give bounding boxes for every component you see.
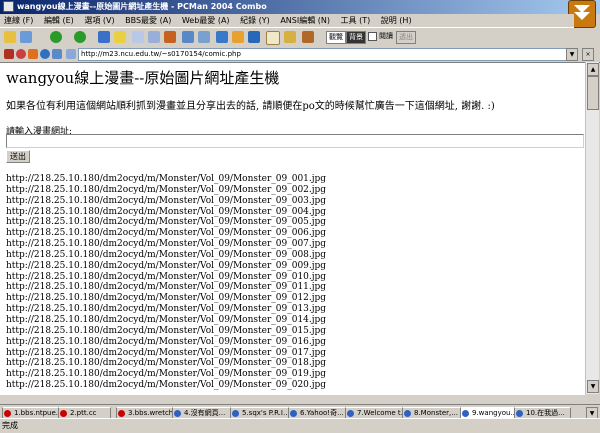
comic-url-input[interactable]: [6, 134, 584, 148]
menu-connect[interactable]: 連線 (F): [0, 14, 37, 27]
toolbar: 觀覽 背景 閱讀 透出: [0, 28, 600, 47]
copy-icon[interactable]: [132, 31, 144, 43]
address-close-icon[interactable]: ×: [582, 48, 594, 61]
home-icon[interactable]: [4, 49, 14, 59]
status-bar: 完成: [0, 418, 600, 433]
address-dropdown-icon[interactable]: ▼: [566, 48, 578, 61]
url-favicon: [66, 49, 76, 59]
menu-edit[interactable]: 編輯 (E): [40, 14, 78, 27]
image-url-item: http://218.25.10.180/dm2ocyd/m/Monster/V…: [6, 369, 327, 380]
menu-web-favorites[interactable]: Web最愛 (A): [178, 14, 234, 27]
image-url-item: http://218.25.10.180/dm2ocyd/m/Monster/V…: [6, 206, 327, 217]
tab-icon: [118, 410, 125, 417]
menu-history[interactable]: 紀錄 (Y): [236, 14, 274, 27]
tab-icon: [516, 410, 523, 417]
image-url-item: http://218.25.10.180/dm2ocyd/m/Monster/V…: [6, 195, 327, 206]
favorites-icon[interactable]: [98, 31, 110, 43]
image-url-item: http://218.25.10.180/dm2ocyd/m/Monster/V…: [6, 282, 327, 293]
app-icon: [3, 1, 14, 12]
back-icon[interactable]: [50, 31, 62, 43]
submit-button[interactable]: 送出: [6, 150, 30, 163]
read-checkbox[interactable]: [368, 32, 377, 41]
bomb-icon[interactable]: [302, 31, 314, 43]
web-content: wangyou線上漫畫--原始圖片網址產生機 如果各位有利用這個網站順利抓到漫畫…: [0, 62, 585, 395]
edit-icon[interactable]: [284, 31, 296, 43]
vertical-scrollbar[interactable]: ▲ ▼: [585, 62, 599, 394]
transparent-button[interactable]: 透出: [396, 31, 416, 44]
menu-options[interactable]: 選項 (V): [80, 14, 118, 27]
menu-bbs-favorites[interactable]: BBS最愛 (A): [121, 14, 175, 27]
menu-tools[interactable]: 工具 (T): [337, 14, 375, 27]
image-url-item: http://218.25.10.180/dm2ocyd/m/Monster/V…: [6, 239, 327, 250]
image-url-item: http://218.25.10.180/dm2ocyd/m/Monster/V…: [6, 174, 327, 184]
stop-icon[interactable]: [16, 49, 26, 59]
window-title: wangyou線上漫畫--原始圖片網址產生機 - PCMan 2004 Comb…: [17, 2, 267, 11]
image-url-item: http://218.25.10.180/dm2ocyd/m/Monster/V…: [6, 184, 327, 195]
menu-help[interactable]: 說明 (H): [377, 14, 416, 27]
tab-icon: [232, 410, 239, 417]
read-label: 閱讀: [379, 32, 393, 40]
link-icon[interactable]: [216, 31, 228, 43]
image-url-item: http://218.25.10.180/dm2ocyd/m/Monster/V…: [6, 347, 327, 358]
image-url-item: http://218.25.10.180/dm2ocyd/m/Monster/V…: [6, 293, 327, 304]
address-input[interactable]: http://m23.ncu.edu.tw/~s0170154/comic.ph…: [78, 48, 569, 61]
new-connection-icon[interactable]: [4, 31, 16, 43]
cascade-icon[interactable]: [182, 31, 194, 43]
image-url-list: http://218.25.10.180/dm2ocyd/m/Monster/V…: [6, 174, 326, 391]
star-icon[interactable]: [114, 31, 126, 43]
image-url-item: http://218.25.10.180/dm2ocyd/m/Monster/V…: [6, 314, 327, 325]
image-url-item: http://218.25.10.180/dm2ocyd/m/Monster/V…: [6, 228, 327, 239]
title-bar[interactable]: wangyou線上漫畫--原始圖片網址產生機 - PCMan 2004 Comb…: [0, 0, 600, 14]
image-url-item: http://218.25.10.180/dm2ocyd/m/Monster/V…: [6, 304, 327, 315]
tab-icon: [404, 410, 411, 417]
scroll-up-icon[interactable]: ▲: [587, 63, 599, 76]
paste-icon[interactable]: [148, 31, 160, 43]
ansi-icon[interactable]: [164, 31, 176, 43]
image-url-item: http://218.25.10.180/dm2ocyd/m/Monster/V…: [6, 380, 327, 391]
scroll-thumb[interactable]: [587, 76, 599, 110]
intro-text: 如果各位有利用這個網站順利抓到漫畫並且分享出去的話, 請順便在po文的時候幫忙廣…: [6, 101, 495, 112]
page-icon[interactable]: [52, 49, 62, 59]
tile-icon[interactable]: [198, 31, 210, 43]
search-icon[interactable]: [20, 31, 32, 43]
tab-icon: [174, 410, 181, 417]
background-mode-button[interactable]: 背景: [346, 31, 366, 44]
view-mode-button[interactable]: 觀覽: [326, 31, 346, 44]
menu-ansi-editor[interactable]: ANSI編輯 (N): [276, 14, 334, 27]
image-url-item: http://218.25.10.180/dm2ocyd/m/Monster/V…: [6, 358, 327, 369]
status-text: 完成: [2, 421, 18, 430]
tab-icon: [462, 410, 469, 417]
menu-bar: 連線 (F) 編輯 (E) 選項 (V) BBS最愛 (A) Web最愛 (A)…: [0, 14, 574, 28]
refresh-icon[interactable]: [28, 49, 38, 59]
image-url-item: http://218.25.10.180/dm2ocyd/m/Monster/V…: [6, 249, 327, 260]
globe-icon[interactable]: [248, 31, 260, 43]
image-url-item: http://218.25.10.180/dm2ocyd/m/Monster/V…: [6, 325, 327, 336]
image-url-item: http://218.25.10.180/dm2ocyd/m/Monster/V…: [6, 217, 327, 228]
tab-icon: [347, 410, 354, 417]
note-icon[interactable]: [266, 31, 280, 45]
image-url-item: http://218.25.10.180/dm2ocyd/m/Monster/V…: [6, 336, 327, 347]
scroll-down-icon[interactable]: ▼: [587, 380, 599, 393]
page-title: wangyou線上漫畫--原始圖片網址產生機: [6, 69, 280, 87]
tab-icon: [60, 410, 67, 417]
go-icon[interactable]: [40, 49, 50, 59]
address-bar: http://m23.ncu.edu.tw/~s0170154/comic.ph…: [0, 46, 600, 63]
image-url-item: http://218.25.10.180/dm2ocyd/m/Monster/V…: [6, 271, 327, 282]
image-url-item: http://218.25.10.180/dm2ocyd/m/Monster/V…: [6, 260, 327, 271]
gear-icon[interactable]: [232, 31, 244, 43]
tab-bar: 1.bbs.ntpue... 2.ptt.cc 3.bbs.wretch... …: [0, 404, 600, 420]
tab-icon: [290, 410, 297, 417]
tab-icon: [4, 410, 11, 417]
forward-icon[interactable]: [74, 31, 86, 43]
